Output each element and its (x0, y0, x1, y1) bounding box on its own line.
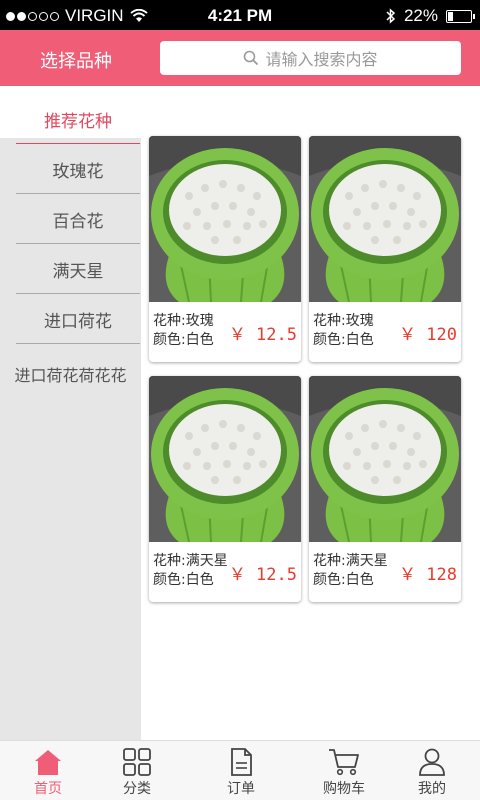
bottom-tab-bar: 首页 分类 订单 购物车 我的 (0, 740, 480, 800)
sidebar-item-recommended[interactable]: 推荐花种 (16, 100, 140, 144)
tab-label: 分类 (123, 781, 151, 797)
sidebar-item-imported-lotus-long[interactable]: 进口荷花荷花花 (0, 354, 141, 398)
page-title: 选择品种 (40, 51, 112, 72)
product-price: ￥ 12.5 (228, 565, 297, 585)
tab-orders[interactable]: 订单 (193, 741, 289, 800)
status-bar: VIRGIN 4:21 PM 22% (0, 0, 480, 30)
home-icon (35, 750, 61, 775)
product-color: 颜色:白色 (153, 332, 214, 348)
app-header: 选择品种 请输入搜索内容 (0, 30, 480, 86)
tab-cart[interactable]: 购物车 (296, 741, 392, 800)
product-price: ￥ 128 (399, 565, 457, 585)
product-image (309, 136, 461, 302)
product-color: 颜色:白色 (313, 332, 374, 348)
tab-label: 首页 (34, 781, 62, 797)
product-image (149, 136, 301, 302)
product-variety: 花种:满天星 (313, 553, 388, 569)
search-icon (244, 50, 259, 66)
search-input[interactable]: 请输入搜索内容 (160, 41, 461, 75)
grid-icon (123, 748, 151, 776)
product-card[interactable]: 花种:满天星 颜色:白色 ￥ 128 (309, 376, 461, 602)
cart-icon (329, 749, 359, 776)
product-card[interactable]: 花种:玫瑰 颜色:白色 ￥ 12.5 (149, 136, 301, 362)
battery-percent: 22% (403, 6, 438, 25)
product-variety: 花种:满天星 (153, 553, 228, 569)
product-price: ￥ 12.5 (228, 325, 297, 345)
sidebar-item-imported-lotus[interactable]: 进口荷花 (16, 300, 140, 344)
product-color: 颜色:白色 (153, 572, 214, 588)
sidebar-item-label: 满天星 (52, 262, 104, 282)
product-variety: 花种:玫瑰 (153, 313, 214, 329)
product-image (149, 376, 301, 542)
tab-label: 订单 (227, 781, 255, 797)
bluetooth-icon (386, 8, 396, 24)
sidebar-item-babys-breath[interactable]: 满天星 (16, 250, 140, 294)
user-icon (419, 748, 445, 776)
product-variety: 花种:玫瑰 (313, 313, 374, 329)
category-sidebar: 推荐花种 玫瑰花 百合花 满天星 进口荷花 进口荷花荷花花 (0, 86, 141, 740)
sidebar-item-rose[interactable]: 玫瑰花 (16, 150, 140, 194)
sidebar-item-label: 推荐花种 (44, 112, 112, 132)
tab-home[interactable]: 首页 (0, 741, 96, 800)
sidebar-item-label: 百合花 (52, 212, 104, 232)
sidebar-item-label: 进口荷花荷花花 (14, 366, 127, 385)
product-image (309, 376, 461, 542)
tab-category[interactable]: 分类 (89, 741, 185, 800)
product-card[interactable]: 花种:满天星 颜色:白色 ￥ 12.5 (149, 376, 301, 602)
tab-label: 购物车 (323, 781, 365, 797)
document-icon (231, 748, 252, 776)
tab-label: 我的 (418, 781, 446, 797)
sidebar-item-lily[interactable]: 百合花 (16, 200, 140, 244)
tab-profile[interactable]: 我的 (384, 741, 480, 800)
sidebar-item-label: 玫瑰花 (52, 162, 104, 182)
product-card[interactable]: 花种:玫瑰 颜色:白色 ￥ 120 (309, 136, 461, 362)
product-color: 颜色:白色 (313, 572, 374, 588)
battery-icon (446, 9, 475, 23)
search-placeholder: 请输入搜索内容 (265, 50, 378, 69)
product-price: ￥ 120 (399, 325, 457, 345)
sidebar-item-label: 进口荷花 (44, 312, 112, 332)
